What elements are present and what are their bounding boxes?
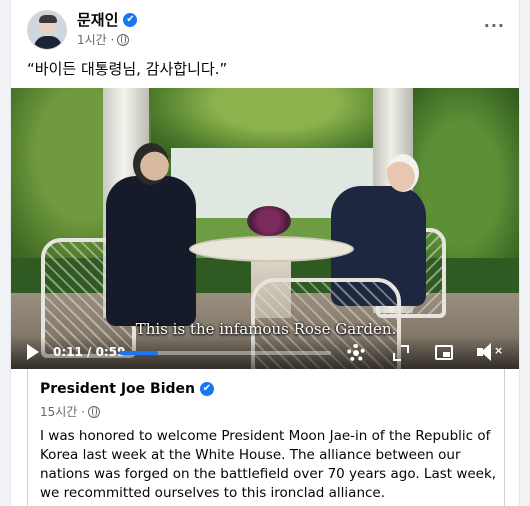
post-timestamp[interactable]: 1시간 · [77,31,114,48]
avatar-suit [34,36,62,49]
progress-fill [119,351,159,355]
video-player[interactable]: This is the infamous Rose Garden. 0:11 /… [11,88,519,369]
avatar-hair [39,15,57,23]
picture-in-picture-icon[interactable] [435,345,453,360]
more-options-icon[interactable]: ··· [484,16,505,35]
post-meta: 1시간 · [77,31,130,48]
shared-post-timestamp[interactable]: 15시간 · [40,403,85,420]
verified-badge-icon: ✔ [200,382,214,396]
play-icon[interactable] [27,344,39,360]
post-header: 문재인 ✔ 1시간 · ··· [11,0,519,58]
post-card: 문재인 ✔ 1시간 · ··· “바이든 대통령님, 감사합니다.” This … [10,0,520,506]
table-top [189,236,354,262]
video-controls: 0:11 / 0:59 × [11,336,519,369]
speaker-cone [481,343,491,361]
shared-post-meta: 15시간 · [40,403,100,420]
author-avatar[interactable] [27,10,67,50]
author-name[interactable]: 문재인 [77,9,118,30]
flower-centerpiece [247,206,291,236]
author-name-row: 문재인 ✔ [77,9,138,30]
person-left-body [106,176,196,326]
settings-gear-icon[interactable] [347,344,365,362]
globe-icon [117,33,130,46]
mute-icon[interactable]: × [477,343,507,361]
muted-mark: × [494,344,504,357]
person-right-head [387,154,419,192]
globe-icon [87,405,100,418]
progress-bar[interactable] [119,351,331,355]
post-text: “바이든 대통령님, 감사합니다.” [27,60,228,78]
shared-post[interactable]: President Joe Biden ✔ 15시간 · I was honor… [27,369,505,506]
verified-badge-icon: ✔ [123,12,138,27]
fullscreen-icon[interactable] [393,345,409,361]
shared-author-name[interactable]: President Joe Biden [40,381,195,397]
shared-author-row: President Joe Biden ✔ [40,381,214,397]
person-left-head [133,143,169,185]
video-time: 0:11 / 0:59 [53,345,126,359]
shared-post-text: I was honored to welcome President Moon … [40,428,497,501]
